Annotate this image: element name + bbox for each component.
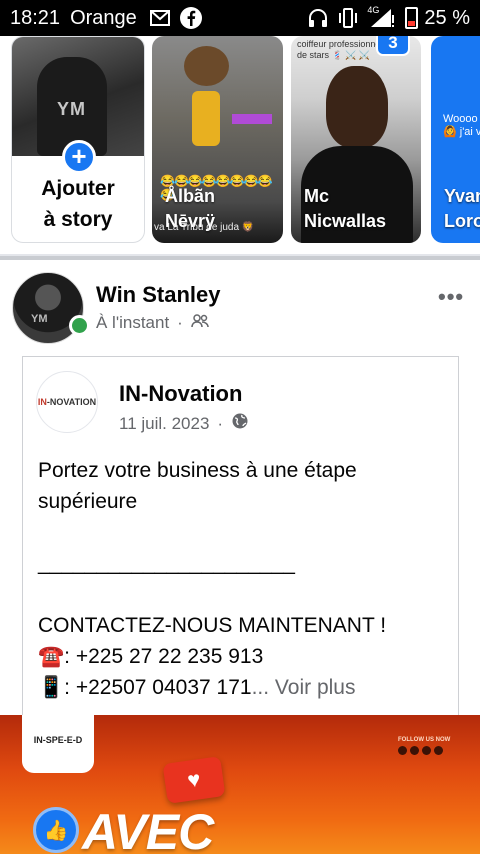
follow-text: FOLLOW US NOW xyxy=(398,737,451,743)
friends-audience-icon[interactable] xyxy=(191,313,209,333)
clock: 18:21 xyxy=(10,6,61,29)
shared-post-date: 11 juil. 2023 xyxy=(119,413,210,433)
plus-icon[interactable]: + xyxy=(62,140,96,174)
shared-post[interactable]: IN -NOVATION IN-Novation 11 juil. 2023 · … xyxy=(22,356,459,716)
more-options-button[interactable]: ••• xyxy=(438,284,464,310)
post-body-text: Portez votre business à une étape supéri… xyxy=(38,459,387,699)
status-bar: 18:21 Orange 4G 25 % xyxy=(0,0,480,36)
story-card-mc-nicwallas[interactable]: coiffeur professionnel de stars 💈 ⚔️ ⚔️ … xyxy=(291,36,421,243)
online-status-dot xyxy=(69,315,90,336)
story-top-text: coiffeur professionnel de stars 💈 ⚔️ ⚔️ xyxy=(297,39,383,60)
story-name: Mc Nicwallas xyxy=(304,186,387,231)
section-divider xyxy=(0,254,480,260)
story-card-alban[interactable]: 😂😂😂😂😂😂😂😂😂 Ålbãn Nēvrÿ va La Tribu de jud… xyxy=(152,36,283,243)
battery-icon xyxy=(405,7,424,29)
carrier-name: Orange xyxy=(70,6,137,29)
post-author[interactable]: Win Stanley xyxy=(96,282,221,308)
battery-percent: 25 % xyxy=(424,6,470,29)
stories-tray[interactable]: YM + Ajouter à story 😂😂😂😂😂😂😂😂😂 Ålbãn Nēv… xyxy=(0,36,480,254)
post-time: À l'instant xyxy=(96,313,170,332)
story-text: Woooo 🙆 j'ai v xyxy=(443,113,480,138)
story-card-yvan[interactable]: Woooo 🙆 j'ai v Yvan Loro xyxy=(431,36,480,243)
vibrate-icon xyxy=(337,7,359,29)
post-image[interactable]: IN-SPE-E-D FOLLOW US NOW ♥ 👍 AVEC xyxy=(0,715,480,854)
thumbs-up-icon: 👍 xyxy=(33,807,79,853)
shared-post-meta: 11 juil. 2023 · xyxy=(119,412,249,435)
social-icons xyxy=(398,746,443,755)
add-story-label: Ajouter à story xyxy=(41,177,115,231)
headphones-icon xyxy=(307,7,329,29)
globe-icon[interactable] xyxy=(231,412,249,435)
facebook-icon xyxy=(179,6,203,30)
story-name: Yvan Loro xyxy=(444,186,480,231)
see-more-link[interactable]: ... Voir plus xyxy=(252,676,356,699)
gmail-icon xyxy=(149,9,171,27)
banner-headline: AVEC xyxy=(82,804,214,854)
page-logo[interactable]: IN -NOVATION xyxy=(36,371,98,433)
add-story-card[interactable]: YM + Ajouter à story xyxy=(11,36,145,243)
post-body: Portez votre business à une étape supéri… xyxy=(38,455,453,703)
story-count-badge: 3 xyxy=(376,36,410,56)
add-story-thumbnail: YM xyxy=(12,37,144,156)
shared-page-name[interactable]: IN-Novation xyxy=(119,381,242,407)
signal-icon: 4G xyxy=(367,5,397,29)
banner-logo: IN-SPE-E-D xyxy=(22,715,94,773)
post-meta: À l'instant · xyxy=(96,313,209,333)
heart-icon: ♥ xyxy=(162,756,226,804)
network-type: 4G xyxy=(367,5,380,15)
story-caption: va La Tribu de juda 🦁 xyxy=(154,222,255,233)
